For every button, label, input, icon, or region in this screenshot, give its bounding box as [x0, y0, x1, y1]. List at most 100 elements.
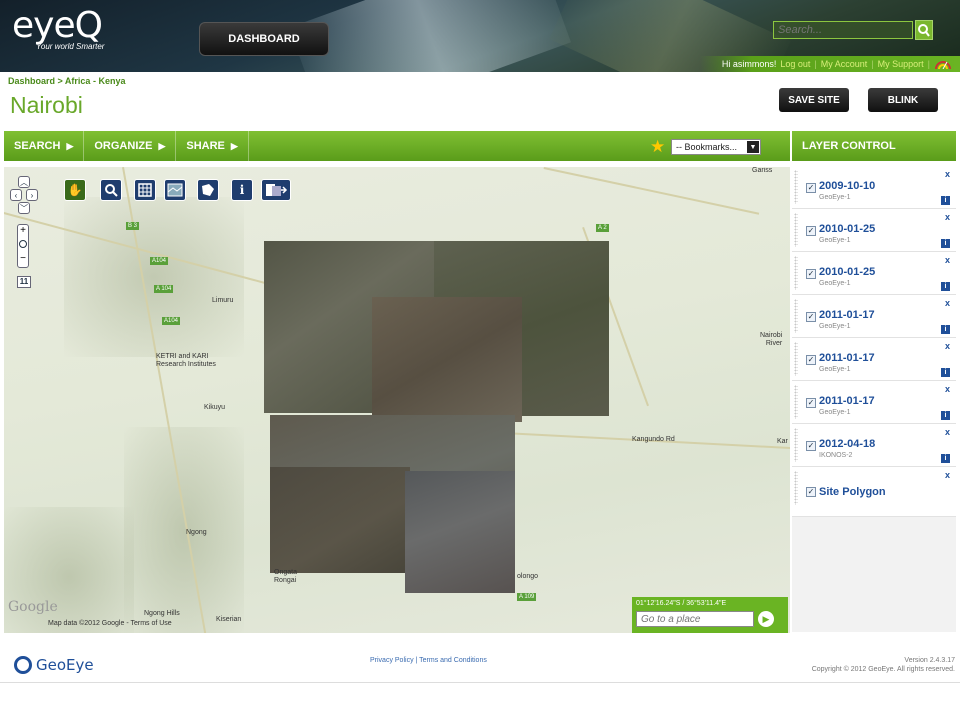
map-canvas[interactable]: Limuru KETRI and KARI Research Institute…	[4, 167, 790, 633]
drag-handle[interactable]	[794, 342, 798, 376]
zoom-in-icon[interactable]: +	[18, 225, 28, 237]
layer-control-header: LAYER CONTROL	[792, 131, 956, 161]
pan-left-button[interactable]: ‹	[10, 189, 22, 201]
remove-layer-button[interactable]: x	[945, 255, 950, 265]
info-icon[interactable]: i	[941, 368, 950, 377]
map-label: Ongata Rongai	[274, 569, 297, 584]
map-label: Gariss	[752, 167, 773, 174]
share-menu[interactable]: SHARE ▶	[176, 131, 249, 161]
drag-handle[interactable]	[794, 170, 798, 204]
zoom-handle[interactable]	[19, 240, 27, 248]
remove-layer-button[interactable]: x	[945, 427, 950, 437]
pan-hand-tool[interactable]: ✋	[64, 179, 86, 201]
search-button[interactable]	[915, 20, 933, 40]
star-icon[interactable]: ★	[650, 138, 665, 155]
info-icon[interactable]: i	[941, 239, 950, 248]
remove-layer-button[interactable]: x	[945, 341, 950, 351]
drag-handle[interactable]	[794, 471, 798, 505]
info-tool[interactable]: i	[231, 179, 253, 201]
pan-right-button[interactable]: ›	[26, 189, 38, 201]
layer-item[interactable]: ✓ 2009-10-10 GeoEye-1 x i	[792, 166, 956, 209]
blink-button[interactable]: BLINK	[868, 88, 938, 112]
zoom-slider[interactable]: + −	[17, 224, 29, 268]
layer-checkbox[interactable]: ✓	[806, 441, 816, 451]
layer-checkbox[interactable]: ✓	[806, 487, 816, 497]
drag-handle[interactable]	[794, 385, 798, 419]
info-icon[interactable]: i	[941, 325, 950, 334]
info-icon[interactable]: i	[941, 196, 950, 205]
site-polygon-label[interactable]: Site Polygon	[819, 486, 886, 498]
layer-date[interactable]: 2010-01-25	[819, 223, 875, 235]
layer-date[interactable]: 2009-10-10	[819, 180, 875, 192]
grid-tool[interactable]	[134, 179, 156, 201]
map-attribution[interactable]: Map data ©2012 Google - Terms of Use	[48, 620, 172, 627]
layer-item[interactable]: ✓ 2010-01-25 GeoEye-1 x i	[792, 252, 956, 295]
road-shield: A104	[150, 257, 169, 265]
my-support-link[interactable]: My Support	[878, 59, 924, 69]
bookmarks-value: -- Bookmarks...	[676, 142, 738, 152]
layer-item[interactable]: ✓ 2012-04-18 IKONOS-2 x i	[792, 424, 956, 467]
chevron-up-icon: ︿	[20, 177, 28, 187]
save-site-button[interactable]: SAVE SITE	[779, 88, 849, 112]
layer-checkbox[interactable]: ✓	[806, 269, 816, 279]
info-icon[interactable]: i	[941, 282, 950, 291]
layer-checkbox[interactable]: ✓	[806, 183, 816, 193]
site-polygon-item[interactable]: ✓ Site Polygon x	[792, 467, 956, 517]
zoom-tool[interactable]	[100, 179, 122, 201]
footer-links[interactable]: Privacy Policy | Terms and Conditions	[370, 657, 487, 664]
copyright-text: Copyright © 2012 GeoEye. All rights rese…	[811, 666, 955, 673]
basemap-tool[interactable]	[164, 179, 186, 201]
my-account-link[interactable]: My Account	[821, 59, 868, 69]
triangle-right-icon: ▶	[158, 140, 166, 151]
search-menu[interactable]: SEARCH ▶	[4, 131, 85, 161]
breadcrumb[interactable]: Dashboard > Africa - Kenya	[8, 76, 125, 86]
export-tool[interactable]	[261, 179, 291, 201]
drag-handle[interactable]	[794, 213, 798, 247]
organize-menu[interactable]: ORGANIZE ▶	[84, 131, 177, 161]
remove-layer-button[interactable]: x	[945, 384, 950, 394]
remove-layer-button[interactable]: x	[945, 212, 950, 222]
layer-item[interactable]: ✓ 2010-01-25 GeoEye-1 x i	[792, 209, 956, 252]
dashboard-button[interactable]: DASHBOARD	[199, 22, 329, 56]
remove-layer-button[interactable]: x	[945, 298, 950, 308]
polygon-icon	[202, 184, 214, 196]
layer-date[interactable]: 2011-01-17	[819, 352, 875, 364]
map-label: Ngong Hills	[144, 610, 180, 617]
remove-layer-button[interactable]: x	[945, 470, 950, 480]
road-shield: B 3	[126, 222, 140, 230]
magnifier-icon	[105, 184, 118, 197]
user-bar: Hi asimmons! Log out | My Account | My S…	[700, 56, 960, 72]
pan-down-button[interactable]: ﹀	[18, 202, 30, 214]
layer-item[interactable]: ✓ 2011-01-17 GeoEye-1 x i	[792, 295, 956, 338]
info-icon[interactable]: i	[941, 454, 950, 463]
chevron-down-icon: ﹀	[20, 203, 28, 213]
polygon-tool[interactable]	[197, 179, 219, 201]
layer-sensor: GeoEye-1	[819, 366, 851, 373]
drag-handle[interactable]	[794, 428, 798, 462]
go-button[interactable]: ▶	[758, 611, 774, 627]
layer-checkbox[interactable]: ✓	[806, 226, 816, 236]
pan-up-button[interactable]: ︿	[18, 176, 30, 188]
info-icon[interactable]: i	[941, 411, 950, 420]
layer-date[interactable]: 2011-01-17	[819, 309, 875, 321]
gauge-icon	[935, 61, 951, 69]
layer-date[interactable]: 2010-01-25	[819, 266, 875, 278]
remove-layer-button[interactable]: x	[945, 169, 950, 179]
pan-control: ︿ ‹ › ﹀	[10, 176, 42, 216]
search-input[interactable]	[773, 21, 913, 39]
drag-handle[interactable]	[794, 299, 798, 333]
layer-item[interactable]: ✓ 2011-01-17 GeoEye-1 x i	[792, 381, 956, 424]
layer-item[interactable]: ✓ 2011-01-17 GeoEye-1 x i	[792, 338, 956, 381]
map-label: Kikuyu	[204, 404, 226, 411]
zoom-out-icon[interactable]: −	[18, 253, 28, 265]
bookmarks-select[interactable]: -- Bookmarks... ▼	[671, 139, 761, 155]
layer-date[interactable]: 2012-04-18	[819, 438, 875, 450]
drag-handle[interactable]	[794, 256, 798, 290]
layer-checkbox[interactable]: ✓	[806, 398, 816, 408]
layer-checkbox[interactable]: ✓	[806, 355, 816, 365]
eyeq-logo[interactable]: eyeQ Your world Smarter	[12, 8, 104, 52]
logout-link[interactable]: Log out	[780, 59, 810, 69]
layer-date[interactable]: 2011-01-17	[819, 395, 875, 407]
goto-place-input[interactable]	[636, 611, 754, 627]
layer-checkbox[interactable]: ✓	[806, 312, 816, 322]
